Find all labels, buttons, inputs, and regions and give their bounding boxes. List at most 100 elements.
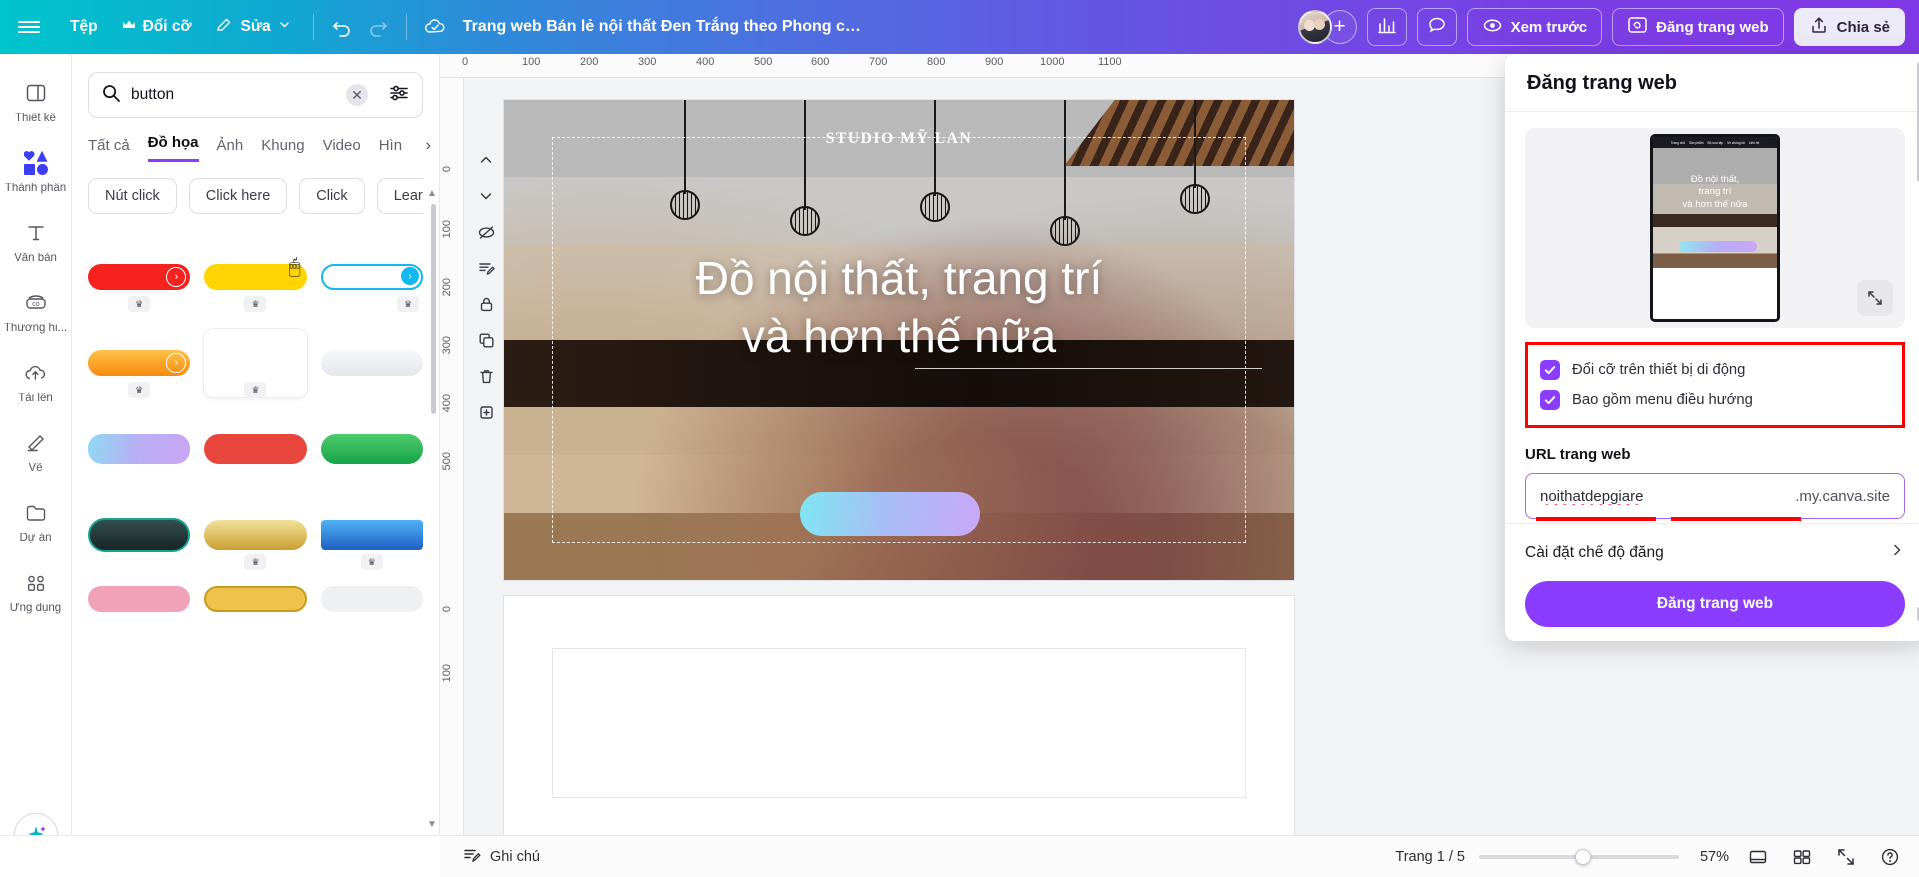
hero-cta-button[interactable] xyxy=(800,492,980,536)
notes-button[interactable]: Ghi chú xyxy=(454,840,548,874)
result-gold-gradient-button[interactable]: ♛ xyxy=(204,498,307,572)
result-blue-purple-gradient-button[interactable] xyxy=(88,412,191,486)
checkbox-row-mobile-resize[interactable]: Đổi cỡ trên thiết bị di động xyxy=(1540,355,1890,385)
preview-button[interactable]: Xem trước xyxy=(1466,8,1603,46)
hide-eye-icon[interactable] xyxy=(470,216,502,248)
tab-videos[interactable]: Video xyxy=(323,137,361,162)
ruler-tick: 900 xyxy=(985,56,1004,68)
edit-button[interactable]: Sửa xyxy=(203,9,302,46)
sidebar-item-projects[interactable]: Dự án xyxy=(2,486,70,556)
insights-button[interactable] xyxy=(1366,8,1407,46)
grid-view-icon[interactable] xyxy=(1743,842,1773,872)
notes-edit-icon[interactable] xyxy=(470,252,502,284)
design-title[interactable]: Trang web Bán lẻ nội thất Đen Trắng theo… xyxy=(453,12,873,42)
search-box[interactable]: ✕ xyxy=(88,72,423,118)
result-yellow-pill-button[interactable]: 🖱 ♛ xyxy=(204,240,307,314)
page-counter[interactable]: Trang 1 / 5 xyxy=(1395,849,1465,865)
page-2[interactable] xyxy=(504,596,1294,835)
hamburger-icon[interactable] xyxy=(0,18,58,37)
search-input[interactable] xyxy=(131,86,336,104)
cloud-check-icon[interactable] xyxy=(417,9,453,45)
share-button[interactable]: Chia sẻ xyxy=(1793,8,1905,46)
delete-trash-icon[interactable] xyxy=(470,360,502,392)
crown-icon: ♛ xyxy=(360,554,383,570)
sidebar-item-label: Vẽ xyxy=(28,462,43,474)
chip-click[interactable]: Click xyxy=(299,178,365,214)
search-icon xyxy=(101,83,121,108)
sidebar-item-label: Văn bản xyxy=(14,252,57,264)
chip-learn-more[interactable]: Learn n xyxy=(376,178,423,214)
sidebar-item-draw[interactable]: Vẽ xyxy=(2,416,70,486)
checkbox-row-include-nav[interactable]: Bao gồm menu điều hướng xyxy=(1540,385,1890,415)
tab-photos[interactable]: Ảnh xyxy=(217,137,244,162)
redo-icon[interactable] xyxy=(360,9,396,45)
undo-icon[interactable] xyxy=(324,9,360,45)
sidebar-item-brand[interactable]: co Thương hi... xyxy=(2,276,70,346)
fullscreen-icon[interactable] xyxy=(1831,842,1861,872)
result-grey-soft-button[interactable] xyxy=(320,326,423,400)
device-lower-section xyxy=(1653,268,1777,319)
sidebar-item-label: Thương hi... xyxy=(3,322,68,334)
tab-shapes[interactable]: Hìn xyxy=(379,137,402,162)
result-green-gradient-button[interactable] xyxy=(320,412,423,486)
duplicate-icon[interactable] xyxy=(470,324,502,356)
result-red-pill-button[interactable]: › ♛ xyxy=(88,240,191,314)
chip-click-here[interactable]: Click here xyxy=(188,178,288,214)
url-input[interactable] xyxy=(1540,487,1796,505)
preview-label: Xem trước xyxy=(1510,18,1588,36)
result-dark-teal-button[interactable] xyxy=(88,498,191,572)
sidebar-item-uploads[interactable]: Tải lên xyxy=(2,346,70,416)
results-grid: › ♛ 🖱 ♛ › ♛ › ♛ ♛ ♛ ♛ xyxy=(88,240,423,614)
zoom-level[interactable]: 57% xyxy=(1693,849,1729,865)
result-orange-gradient-button[interactable]: › ♛ xyxy=(88,326,191,400)
zoom-slider[interactable] xyxy=(1479,848,1679,865)
result-light-grey-button[interactable] xyxy=(320,584,423,614)
resize-button[interactable]: Đổi cỡ xyxy=(110,11,204,43)
zoom-slider-knob[interactable] xyxy=(1575,848,1591,865)
tab-all[interactable]: Tất cả xyxy=(88,137,130,162)
expand-diagonal-icon[interactable] xyxy=(1857,280,1893,316)
sidebar-item-design[interactable]: Thiết kế xyxy=(2,66,70,136)
sidebar-item-text[interactable]: Văn bản xyxy=(2,206,70,276)
draw-pen-icon xyxy=(21,428,51,458)
collapse-up-icon[interactable] xyxy=(470,144,502,176)
publish-settings-row[interactable]: Cài đặt chế độ đăng xyxy=(1505,523,1919,571)
tab-frames[interactable]: Khung xyxy=(261,137,304,162)
result-blue-gradient-button[interactable]: ♛ xyxy=(320,498,423,572)
expand-down-icon[interactable] xyxy=(470,180,502,212)
ruler-vertical: 0 100 200 300 400 500 0 100 xyxy=(440,78,464,835)
crown-icon: ♛ xyxy=(244,382,267,398)
panel-scroll-up-icon[interactable]: ▲ xyxy=(425,186,439,200)
publish-website-button[interactable]: Đăng trang web xyxy=(1612,8,1784,46)
sidebar-item-apps[interactable]: Ứng dụng xyxy=(2,556,70,626)
result-amber-button[interactable] xyxy=(204,584,307,614)
sidebar-item-elements[interactable]: Thành phần xyxy=(2,136,70,206)
checked-checkbox-icon[interactable] xyxy=(1540,360,1560,380)
add-page-icon[interactable] xyxy=(470,396,502,428)
page-1[interactable]: STUDIO MỸ LAN Đồ nội thất, trang trí và … xyxy=(504,100,1294,580)
publish-website-panel: Đăng trang web Trang chủ Sản phẩm Bộ sưu… xyxy=(1505,54,1919,641)
tab-graphics[interactable]: Đồ họa xyxy=(147,134,199,162)
chevron-right-icon[interactable]: › xyxy=(426,137,431,155)
comment-button[interactable] xyxy=(1416,8,1457,46)
checked-checkbox-icon[interactable] xyxy=(1540,390,1560,410)
result-pink-button[interactable] xyxy=(88,584,191,614)
chip-nut-click[interactable]: Nút click xyxy=(88,178,177,214)
crown-icon: ♛ xyxy=(244,296,267,312)
publish-submit-button[interactable]: Đăng trang web xyxy=(1525,581,1905,627)
checkbox-label: Bao gồm menu điều hướng xyxy=(1572,392,1753,408)
avatar[interactable] xyxy=(1297,10,1332,44)
lock-icon[interactable] xyxy=(470,288,502,320)
clear-x-icon[interactable]: ✕ xyxy=(346,84,368,106)
file-menu-button[interactable]: Tệp xyxy=(58,11,110,43)
url-field[interactable]: .my.canva.site xyxy=(1525,473,1905,521)
comment-bubble-icon xyxy=(1427,15,1447,39)
filter-sliders-icon[interactable] xyxy=(388,82,410,109)
panel-scrollbar[interactable] xyxy=(431,204,436,414)
result-red-rounded-button[interactable] xyxy=(204,412,307,486)
help-question-icon[interactable] xyxy=(1875,842,1905,872)
result-white-card-button[interactable]: ♛ xyxy=(204,326,307,400)
result-cyan-outline-button[interactable]: › ♛ xyxy=(320,240,423,314)
pages-view-icon[interactable] xyxy=(1787,842,1817,872)
panel-scroll-down-icon[interactable]: ▼ xyxy=(425,817,439,831)
